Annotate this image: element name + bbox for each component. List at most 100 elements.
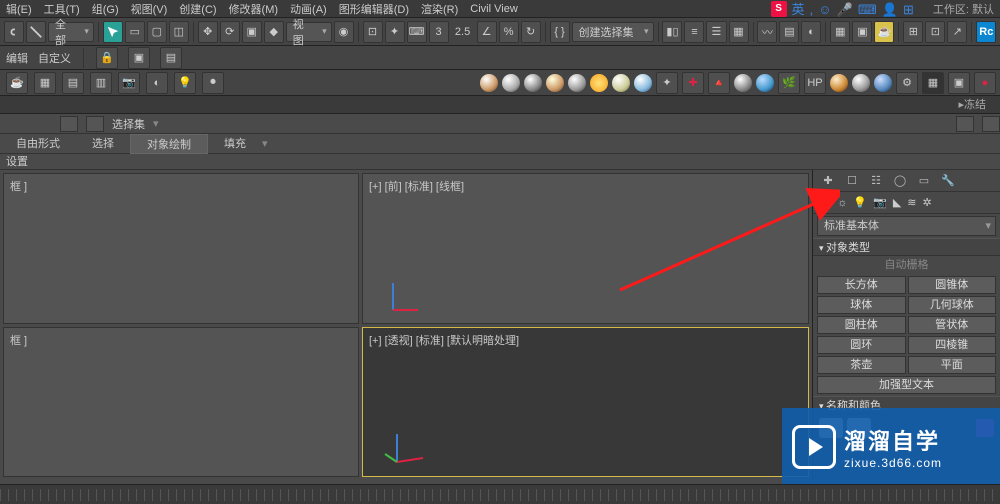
named-sel-set-combo[interactable]: 创建选择集 [572,22,654,42]
object-type-rollout[interactable]: 对象类型 [813,238,1000,256]
lights-icon[interactable]: 💡 [853,196,867,209]
tag2-icon[interactable]: ▤ [160,47,182,69]
keyboard-icon[interactable]: ⌨ [407,21,427,43]
scale-icon[interactable]: ▣ [242,21,262,43]
menu-graph[interactable]: 图形编辑器(D) [339,1,409,17]
fx4-icon[interactable]: 🌿 [778,72,800,94]
tab-select[interactable]: 选择 [76,134,130,154]
modify-tab-icon[interactable]: ☐ [843,172,861,190]
align-icon[interactable]: ≡ [684,21,704,43]
menu-civil[interactable]: Civil View [470,3,517,15]
rotate-icon[interactable]: ⟳ [220,21,240,43]
tab-freeform[interactable]: 自由形式 [0,134,76,154]
sphere-icon[interactable] [874,74,892,92]
cone-button[interactable]: 圆锥体 [908,276,997,294]
sogou-ime-icon[interactable]: S [771,1,787,17]
curve-editor2-icon[interactable]: 〰 [757,21,777,43]
render-icon[interactable]: ☕ [874,21,894,43]
camera-icon[interactable]: 📷 [118,72,140,94]
viewport-top-left[interactable]: 框 ] [3,173,359,324]
edit-label[interactable]: 编辑 [6,50,28,66]
ribbon-toggle-icon[interactable]: ▦ [729,21,749,43]
lock-icon[interactable]: 🔒 [96,47,118,69]
fx2-icon[interactable]: ✚ [682,72,704,94]
sel-set-label[interactable]: 选择集 [112,116,145,132]
torus-button[interactable]: 圆环 [817,336,906,354]
render-frame-icon[interactable]: ▣ [852,21,872,43]
sphere-icon[interactable] [734,74,752,92]
textplus-button[interactable]: 加强型文本 [817,376,996,394]
helpers-icon[interactable]: ◣ [893,196,901,209]
menu-edit[interactable]: 辑(E) [6,1,32,17]
menu-create[interactable]: 创建(C) [179,1,216,17]
timeline[interactable] [0,484,1000,504]
expand-icon[interactable] [982,116,1000,132]
plane-button[interactable]: 平面 [908,356,997,374]
sphere-icon[interactable] [830,74,848,92]
viewport-bottom-left[interactable]: 框 ] [3,327,359,478]
tool-unlink-icon[interactable] [26,21,46,43]
sphere-icon[interactable] [502,74,520,92]
display-tab-icon[interactable]: ▭ [915,172,933,190]
tool-b-icon[interactable]: ⊡ [925,21,945,43]
tool-a-icon[interactable]: ⊞ [903,21,923,43]
window-cross-icon[interactable]: ◫ [169,21,189,43]
select-region-icon[interactable]: ▢ [147,21,167,43]
teapot-button[interactable]: 茶壶 [817,356,906,374]
freeze-bar[interactable]: ▸冻结 [0,96,1000,114]
menu-tool[interactable]: 工具(T) [44,1,80,17]
light2-icon[interactable]: ⏺ [202,72,224,94]
fx7-icon[interactable]: ▦ [922,72,944,94]
tool-link-icon[interactable] [4,21,24,43]
hierarchy-tab-icon[interactable]: ☷ [867,172,885,190]
select-name-icon[interactable]: ▭ [125,21,145,43]
ref-coord-combo[interactable]: 视图 [286,22,332,42]
spinner-snap-icon[interactable]: ↻ [521,21,541,43]
mirror-icon[interactable]: ▮▯ [662,21,682,43]
sphere-icon[interactable] [612,74,630,92]
render-setup-icon[interactable]: ▦ [830,21,850,43]
pyramid-button[interactable]: 四棱锥 [908,336,997,354]
rc-button[interactable]: Rc [976,21,996,43]
layer-icon[interactable]: ☰ [706,21,726,43]
proj-icon[interactable]: ◐ [146,72,168,94]
settings-row[interactable]: 设置 [0,154,1000,170]
sphere-icon[interactable] [546,74,564,92]
move-icon[interactable]: ✥ [198,21,218,43]
primitive-type-combo[interactable]: 标准基本体 [817,216,996,236]
viewport-bottom-right[interactable]: [+] [透视] [标准] [默认明暗处理] [362,327,809,478]
layer-icon[interactable] [60,116,78,132]
tag1-icon[interactable]: ▣ [128,47,150,69]
schematic-icon[interactable]: ▤ [779,21,799,43]
fx6-icon[interactable]: ⚙ [896,72,918,94]
manipulate-icon[interactable]: ✦ [385,21,405,43]
box-button[interactable]: 长方体 [817,276,906,294]
menu-view[interactable]: 视图(V) [131,1,168,17]
autogrid-checkbox[interactable]: 自动栅格 [813,256,1000,274]
geosphere-button[interactable]: 几何球体 [908,296,997,314]
custom-label[interactable]: 自定义 [38,50,71,66]
utility-tab-icon[interactable]: 🔧 [939,172,957,190]
viewport-top-right[interactable]: [+] [前] [标准] [线框] [362,173,809,324]
shapes-icon[interactable]: ☼ [837,197,847,209]
menu-render[interactable]: 渲染(R) [421,1,458,17]
sun-icon[interactable] [590,74,608,92]
sphere-icon[interactable] [568,74,586,92]
placement-icon[interactable]: ◆ [264,21,284,43]
create-tab-icon[interactable]: ✚ [819,172,837,190]
fx5-icon[interactable]: HP [804,72,826,94]
sphere-icon[interactable] [480,74,498,92]
geometry-icon[interactable]: ◯ [819,196,831,209]
workspace-label[interactable]: 工作区: 默认 [933,1,994,17]
tube-button[interactable]: 管状体 [908,316,997,334]
sphere-icon[interactable] [524,74,542,92]
light1-icon[interactable]: 💡 [174,72,196,94]
fx3-icon[interactable]: 🔺 [708,72,730,94]
menu-modifier[interactable]: 修改器(M) [229,1,279,17]
tool-c-icon[interactable]: ↗ [947,21,967,43]
tab-objpaint[interactable]: 对象绘制 [130,134,208,154]
ime-status-icons[interactable]: 英 , ☺ 🎤 ⌨ 👤 ⊞ [791,0,915,18]
collapse-icon[interactable] [956,116,974,132]
tab-fill[interactable]: 填充 [208,134,262,154]
curve-editor-icon[interactable]: { } [550,21,570,43]
